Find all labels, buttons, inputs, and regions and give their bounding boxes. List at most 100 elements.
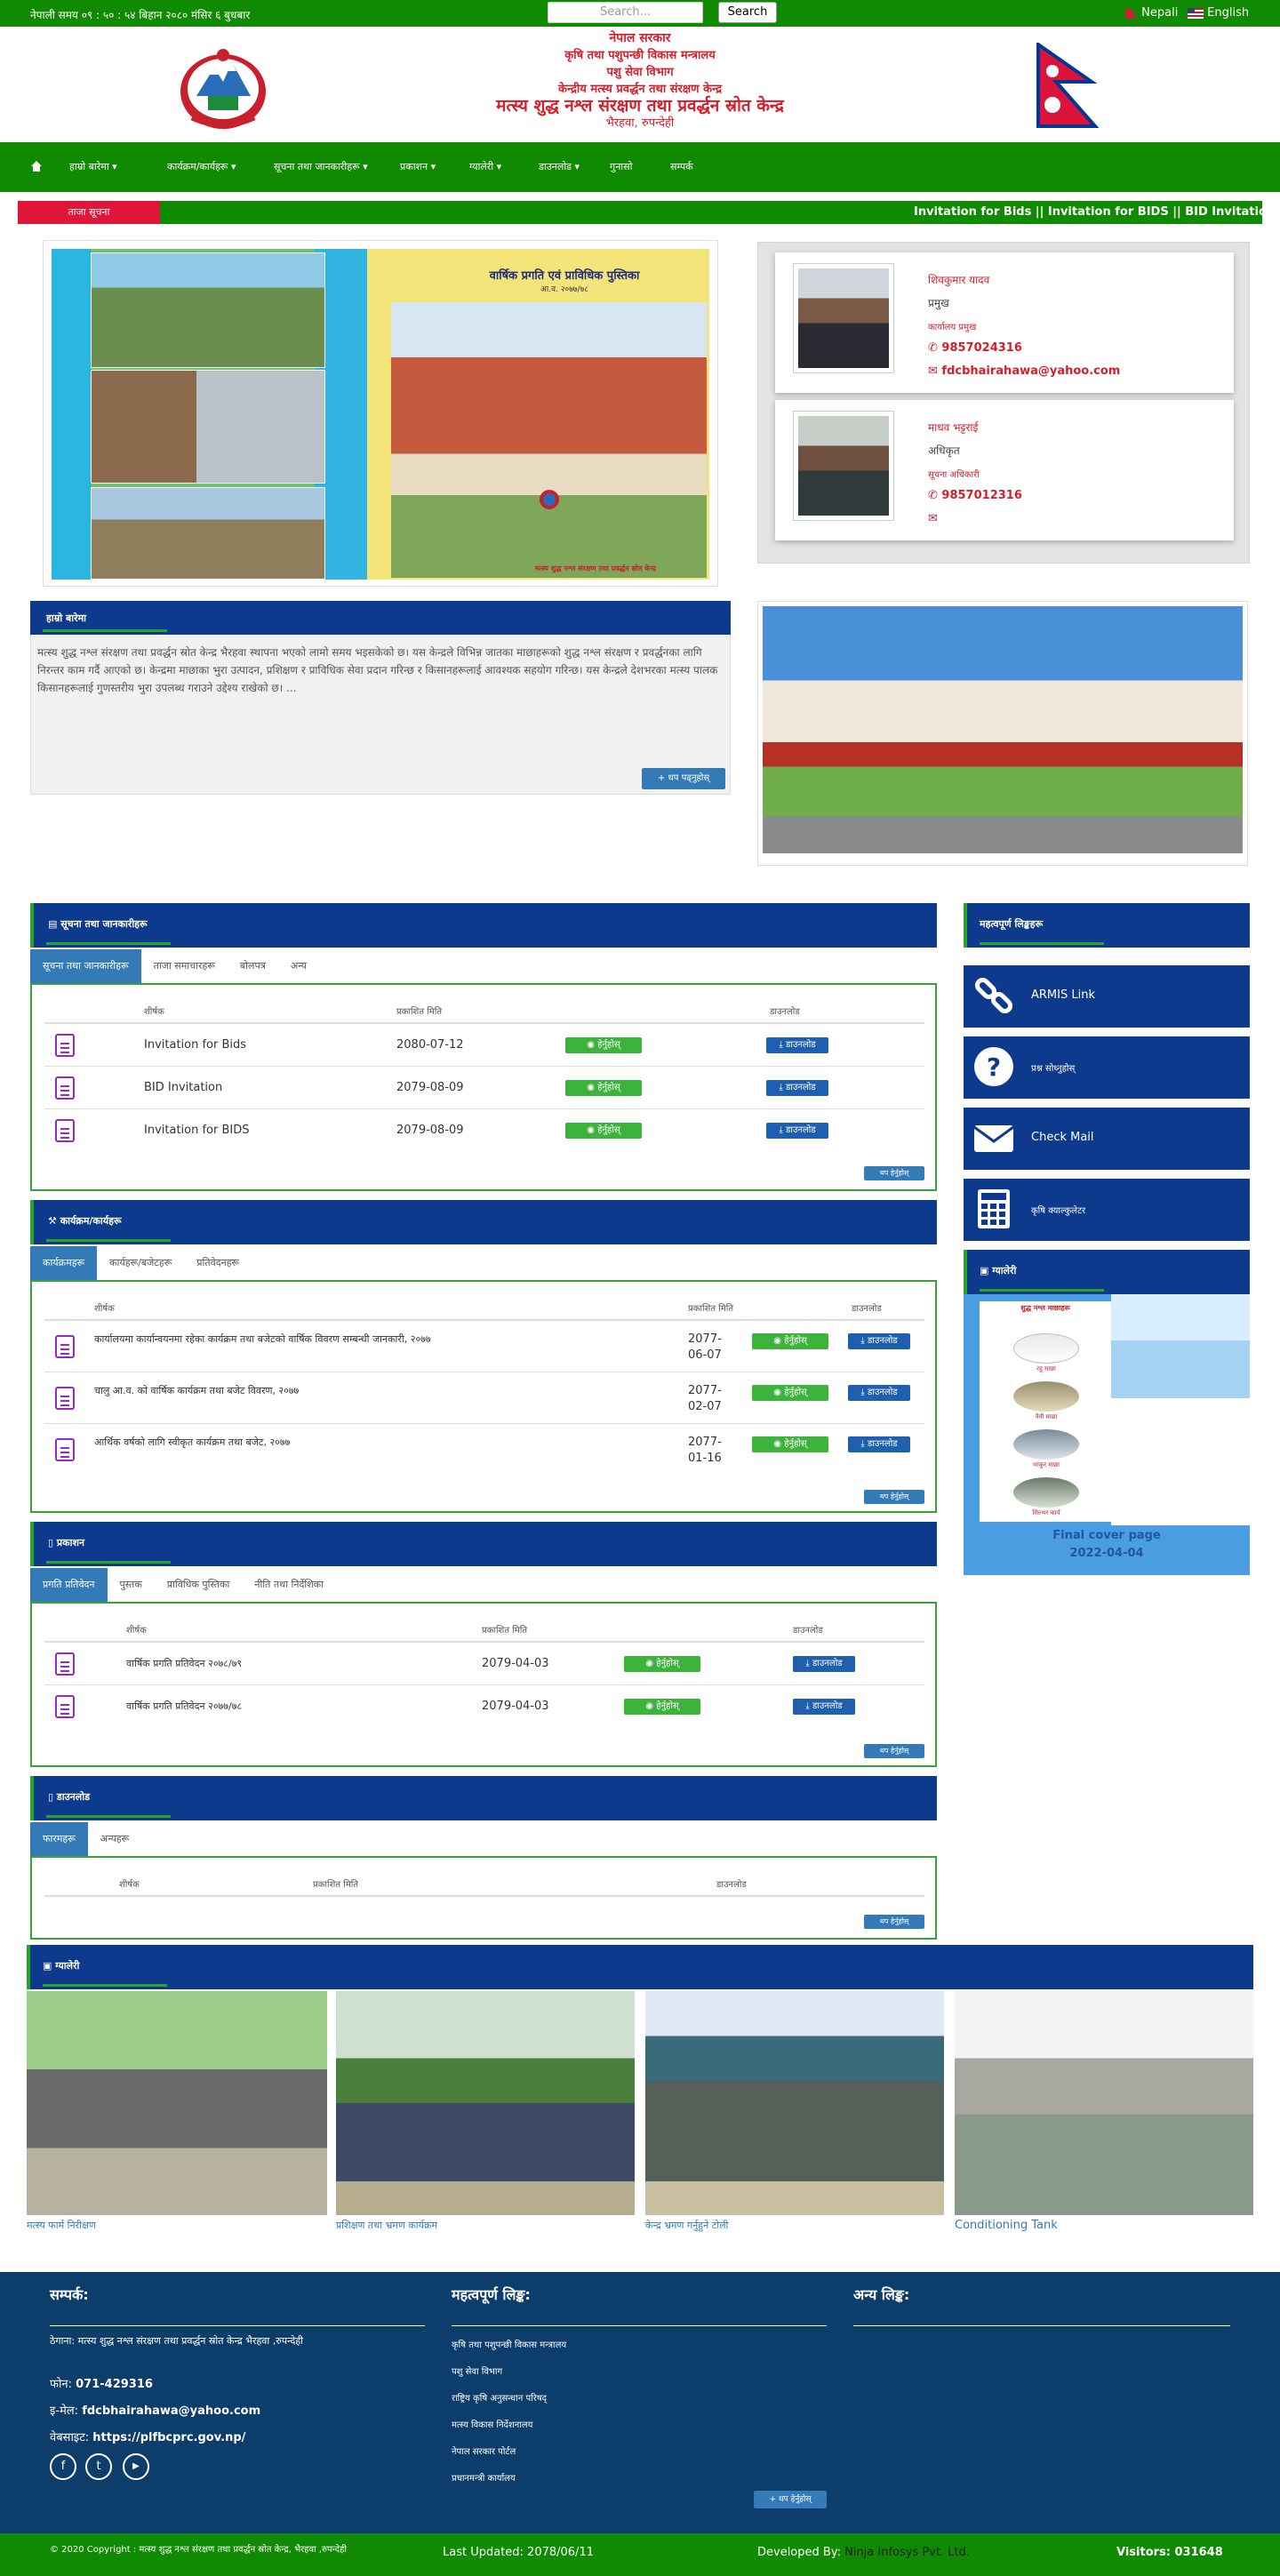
tab-reports[interactable]: प्रतिवेदनहरू xyxy=(184,1246,252,1280)
download-button[interactable]: ⤓ डाउनलोड xyxy=(793,1656,855,1672)
gallery-photo[interactable] xyxy=(27,1991,327,2215)
nav-about[interactable]: हाम्रो बारेमा ▾ xyxy=(69,160,117,173)
tab-technical-booklet[interactable]: प्राविधिक पुस्तिका xyxy=(155,1568,243,1602)
view-button[interactable]: ◉ हेर्नुहोस् xyxy=(624,1699,700,1715)
publications-more-button[interactable]: थप हेर्नुहोस् xyxy=(864,1744,924,1758)
search-input[interactable]: Search... xyxy=(548,2,703,23)
sidebar-link-calculator[interactable]: कृषि क्याल्कुलेटर xyxy=(964,1179,1250,1241)
footer-website[interactable]: वेबसाइट: https://plfbcprc.gov.np/ xyxy=(50,2428,245,2444)
tab-forms[interactable]: फारमहरू xyxy=(30,1822,88,1856)
view-button[interactable]: ◉ हेर्नुहोस् xyxy=(752,1385,828,1401)
notices-heading: ▤ सूचना तथा जानकारीहरू xyxy=(30,903,937,948)
pdf-file-icon xyxy=(55,1076,75,1100)
row-date: 2077-01-16 xyxy=(688,1436,722,1465)
site-footer: सम्पर्क: ठेगाना: मत्स्य शुद्ध नश्ल संरक्… xyxy=(0,2272,1280,2533)
download-button[interactable]: ⤓ डाउनलोड xyxy=(766,1080,828,1096)
tab-other[interactable]: अन्य xyxy=(278,949,319,983)
gallery-photo[interactable] xyxy=(336,1991,635,2215)
gallery-caption[interactable]: Conditioning Tank xyxy=(955,2219,1058,2232)
gallery-caption[interactable]: मत्स्य फार्म निरीक्षण xyxy=(27,2219,96,2232)
ticker-text[interactable]: Invitation for Bids || Invitation for BI… xyxy=(914,205,1262,219)
lang-nepali-link[interactable]: Nepali xyxy=(1125,6,1178,20)
nav-programs[interactable]: कार्यक्रम/कार्यहरू ▾ xyxy=(167,160,236,173)
lang-english-link[interactable]: English xyxy=(1188,6,1249,20)
table-row: चालु आ.व. को वार्षिक कार्यक्रम तथा बजेट … xyxy=(44,1372,924,1424)
gallery-caption[interactable]: प्रशिक्षण तथा भ्रमण कार्यक्रम xyxy=(336,2219,437,2232)
tab-notices[interactable]: सूचना तथा जानकारीहरू xyxy=(30,949,141,983)
view-button[interactable]: ◉ हेर्नुहोस् xyxy=(565,1123,642,1139)
view-button[interactable]: ◉ हेर्नुहोस् xyxy=(752,1333,828,1349)
footer-link[interactable]: राष्ट्रिय कृषि अनुसन्धान परिषद् xyxy=(452,2391,547,2404)
gallery-photo[interactable] xyxy=(955,1991,1253,2215)
footer-link[interactable]: नेपाल सरकार पोर्टल xyxy=(452,2444,516,2457)
footer-link[interactable]: कृषि तथा पशुपन्छी विकास मन्त्रालय xyxy=(452,2338,566,2350)
ticker-label: ताजा सूचना xyxy=(18,201,160,224)
download-button[interactable]: ⤓ डाउनलोड xyxy=(848,1436,910,1452)
header-office-name: मत्स्य शुद्ध नश्ल संरक्षण तथा प्रवर्द्धन… xyxy=(496,96,784,116)
sidebar-link-ask[interactable]: ? प्रश्न सोध्नुहोस् xyxy=(964,1036,1250,1099)
tab-policy[interactable]: नीति तथा निर्देशिका xyxy=(242,1568,336,1602)
footer-link[interactable]: पशु सेवा विभाग xyxy=(452,2364,502,2377)
contact-name: शिवकुमार यादव xyxy=(928,274,990,286)
footer-email[interactable]: इ-मेल: fdcbhairahawa@yahoo.com xyxy=(50,2402,260,2418)
view-button[interactable]: ◉ हेर्नुहोस् xyxy=(565,1080,642,1096)
footer-more-button[interactable]: + थप हेर्नुहोस् xyxy=(754,2491,827,2508)
nav-contact[interactable]: सम्पर्क xyxy=(670,160,693,173)
download-button[interactable]: ⤓ डाउनलोड xyxy=(793,1699,855,1715)
twitter-icon[interactable]: t xyxy=(85,2453,112,2480)
row-title: कार्यालयमा कार्यान्वयनमा रहेका कार्यक्रम… xyxy=(94,1333,431,1345)
home-icon[interactable] xyxy=(30,160,43,172)
download-button[interactable]: ⤓ डाउनलोड xyxy=(848,1385,910,1401)
row-date: 2079-08-09 xyxy=(396,1124,464,1137)
sidebar-gallery-card[interactable]: शुद्ध नश्ल माछाहरू रहु माछा नैनी माछा भा… xyxy=(964,1294,1250,1575)
contact-phone[interactable]: ✆ 9857024316 xyxy=(928,341,1022,355)
footer-phone: फोन: 071-429316 xyxy=(50,2378,153,2391)
developer-link[interactable]: Ninja Infosys Pvt. Ltd. xyxy=(844,2546,970,2559)
tab-progress-report[interactable]: प्रगति प्रतिवेदन xyxy=(30,1568,108,1602)
nepali-time: नेपाली समय ०९ : ५० : ५४ बिहान २०८० मंसिर… xyxy=(30,9,251,21)
contact-email[interactable]: ✉ xyxy=(928,512,938,525)
view-button[interactable]: ◉ हेर्नुहोस् xyxy=(624,1656,700,1672)
tab-others[interactable]: अन्यहरू xyxy=(88,1822,141,1856)
downloads-more-button[interactable]: थप हेर्नुहोस् xyxy=(864,1915,924,1929)
gallery-caption[interactable]: केन्द्र भ्रमण गर्नुहुने टोली xyxy=(645,2219,728,2232)
footer-link[interactable]: मत्स्य विकास निर्देशनालय xyxy=(452,2418,532,2430)
nav-notices[interactable]: सूचना तथा जानकारीहरू ▾ xyxy=(274,160,368,173)
view-button[interactable]: ◉ हेर्नुहोस् xyxy=(565,1037,642,1053)
fish-image xyxy=(1013,1381,1079,1412)
tab-budget[interactable]: कार्यहरू/बजेटहरू xyxy=(97,1246,184,1280)
nav-publications[interactable]: प्रकाशन ▾ xyxy=(400,160,436,173)
notices-more-button[interactable]: थप हेर्नुहोस् xyxy=(864,1166,924,1180)
view-button[interactable]: ◉ हेर्नुहोस् xyxy=(752,1436,828,1452)
sidebar-link-armis[interactable]: ARMIS Link xyxy=(964,965,1250,1028)
programs-more-button[interactable]: थप हेर्नुहोस् xyxy=(864,1490,924,1504)
contact-phone[interactable]: ✆ 9857012316 xyxy=(928,489,1022,502)
tab-books[interactable]: पुस्तक xyxy=(108,1568,155,1602)
intro-read-more-button[interactable]: + थप पढ्नुहोस् xyxy=(642,768,725,789)
search-button[interactable]: Search xyxy=(718,2,777,23)
download-button[interactable]: ⤓ डाउनलोड xyxy=(766,1037,828,1053)
fish-image xyxy=(1013,1429,1079,1460)
nav-download[interactable]: डाउनलोड ▾ xyxy=(539,160,580,173)
row-date: 2077-06-07 xyxy=(688,1332,722,1362)
bottom-bar: © 2020 Copyright : मत्स्य शुद्ध नश्ल संर… xyxy=(0,2533,1280,2576)
facebook-icon[interactable]: f xyxy=(50,2453,76,2480)
main-nav: हाम्रो बारेमा ▾ कार्यक्रम/कार्यहरू ▾ सूच… xyxy=(0,142,1280,192)
download-button[interactable]: ⤓ डाउनलोड xyxy=(848,1333,910,1349)
tab-news[interactable]: ताजा समाचारहरू xyxy=(141,949,228,983)
us-flag-icon xyxy=(1188,7,1204,19)
sidebar-link-mail[interactable]: Check Mail xyxy=(964,1108,1250,1170)
pdf-file-icon xyxy=(55,1438,75,1461)
footer-link[interactable]: प्रधानमन्त्री कार्यालय xyxy=(452,2471,516,2484)
gallery-photo[interactable] xyxy=(645,1991,944,2215)
tab-programs[interactable]: कार्यक्रमहरू xyxy=(30,1246,98,1280)
youtube-icon[interactable]: ▶ xyxy=(123,2453,149,2480)
download-button[interactable]: ⤓ डाउनलोड xyxy=(766,1123,828,1139)
tab-tender[interactable]: बोलपत्र xyxy=(228,949,278,983)
programs-heading: ⚒ कार्यक्रम/कार्यहरू xyxy=(30,1200,937,1244)
nav-complaint[interactable]: गुनासो xyxy=(610,160,632,173)
nav-gallery[interactable]: ग्यालेरी ▾ xyxy=(469,160,501,173)
contact-email[interactable]: ✉ fdcbhairahawa@yahoo.com xyxy=(928,364,1120,378)
poster-right-panel xyxy=(1111,1294,1250,1525)
contact-card: शिवकुमार यादव प्रमुख कार्यालय प्रमुख ✆ 9… xyxy=(775,252,1234,393)
